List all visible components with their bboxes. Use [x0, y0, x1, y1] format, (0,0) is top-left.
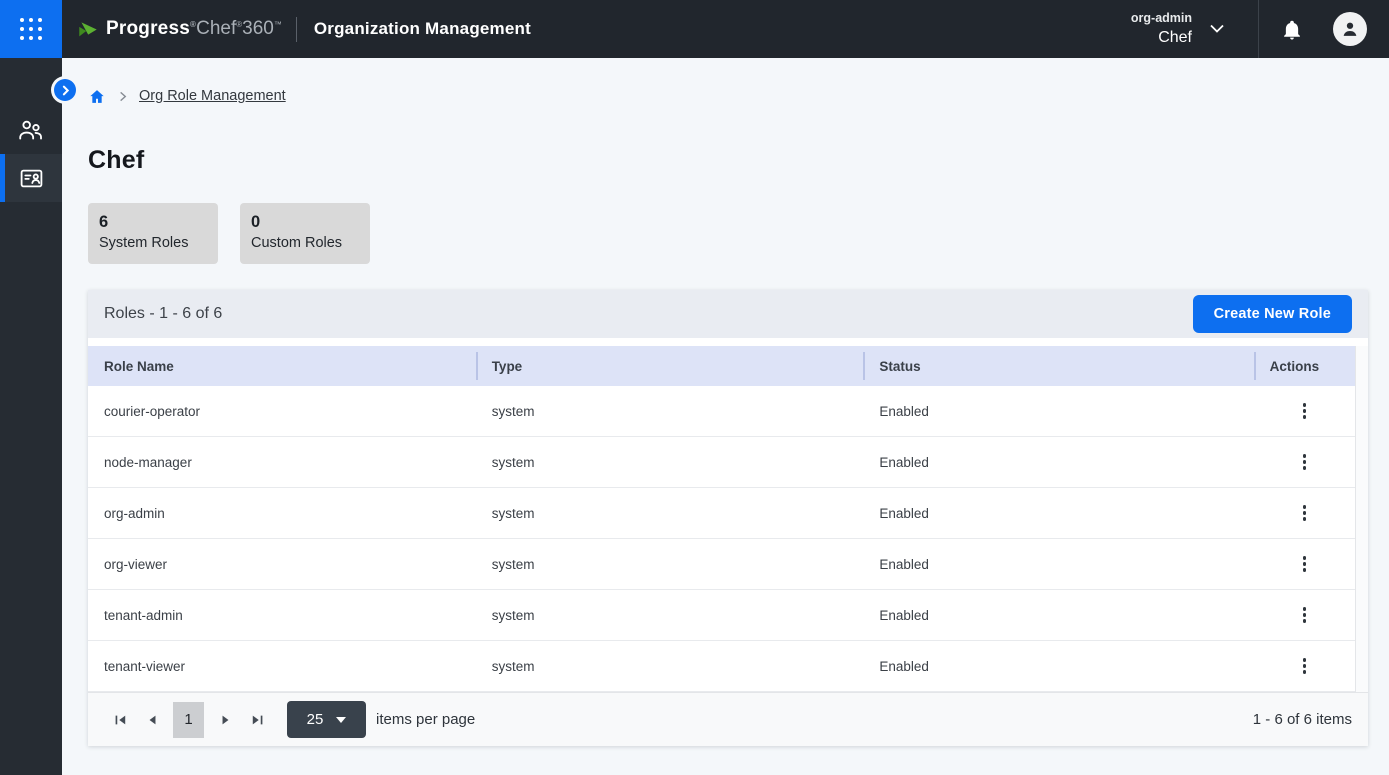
- row-actions-menu-icon[interactable]: [1296, 602, 1314, 628]
- last-page-button[interactable]: [241, 704, 273, 736]
- role-type-cell: system: [476, 659, 864, 674]
- page-size-dropdown[interactable]: 25: [287, 701, 366, 738]
- role-status-cell: Enabled: [863, 608, 1253, 623]
- table-row: tenant-admin system Enabled: [88, 590, 1355, 641]
- role-name-cell: tenant-admin: [88, 608, 476, 623]
- app-title: Organization Management: [314, 19, 531, 39]
- column-header-status[interactable]: Status: [863, 346, 1253, 386]
- table-row: org-viewer system Enabled: [88, 539, 1355, 590]
- breadcrumb-chevron-icon: [117, 90, 128, 103]
- column-header-role-name[interactable]: Role Name: [88, 346, 476, 386]
- first-page-icon: [113, 713, 128, 727]
- sidebar-item-roles[interactable]: [0, 154, 62, 202]
- caret-down-icon: [336, 717, 346, 723]
- roles-count-title: Roles - 1 - 6 of 6: [104, 305, 222, 323]
- notifications-button[interactable]: [1281, 18, 1303, 41]
- row-actions-menu-icon[interactable]: [1296, 551, 1314, 577]
- column-header-actions: Actions: [1254, 346, 1355, 386]
- role-type-cell: system: [476, 506, 864, 521]
- row-actions-menu-icon[interactable]: [1296, 653, 1314, 679]
- pagination-range-label: 1 - 6 of 6 items: [1253, 711, 1352, 728]
- role-name-cell: courier-operator: [88, 404, 476, 419]
- table-row: courier-operator system Enabled: [88, 386, 1355, 437]
- sidebar-item-users[interactable]: [0, 106, 62, 154]
- breadcrumb: Org Role Management: [62, 58, 1389, 106]
- role-status-cell: Enabled: [863, 455, 1253, 470]
- table-scrollbar-track[interactable]: [1355, 346, 1368, 692]
- previous-page-button[interactable]: [136, 704, 168, 736]
- custom-roles-label: Custom Roles: [251, 235, 359, 251]
- previous-page-icon: [145, 713, 160, 727]
- people-icon: [17, 117, 45, 143]
- role-status-cell: Enabled: [863, 506, 1253, 521]
- next-page-button[interactable]: [209, 704, 241, 736]
- chevron-right-icon: [60, 85, 71, 96]
- role-status-cell: Enabled: [863, 557, 1253, 572]
- role-badge-icon: [18, 165, 45, 192]
- custom-roles-count: 0: [251, 212, 359, 233]
- topbar-separator: [1258, 0, 1259, 58]
- role-name-cell: node-manager: [88, 455, 476, 470]
- column-header-type[interactable]: Type: [476, 346, 864, 386]
- roles-table: Role Name Type Status Actions courier-op…: [88, 346, 1368, 692]
- last-page-icon: [250, 713, 265, 727]
- table-row: node-manager system Enabled: [88, 437, 1355, 488]
- chevron-down-icon: [1209, 24, 1225, 34]
- progress-logo-icon: [77, 19, 99, 40]
- page-size-value: 25: [307, 711, 324, 728]
- brand-progress-text: Progress®: [106, 18, 196, 40]
- items-per-page-label: items per page: [376, 711, 475, 728]
- sidebar: [0, 58, 62, 775]
- sidebar-expand-button[interactable]: [54, 79, 76, 101]
- top-bar: Progress® Chef®360™ Organization Managem…: [0, 0, 1389, 58]
- custom-roles-card: 0 Custom Roles: [240, 203, 370, 264]
- next-page-icon: [218, 713, 233, 727]
- brand-logo: Progress® Chef®360™: [77, 18, 282, 40]
- brand-chef360-text: Chef®360™: [196, 18, 282, 40]
- breadcrumb-link-org-role-management[interactable]: Org Role Management: [139, 88, 286, 104]
- bell-icon: [1281, 18, 1303, 41]
- roles-card: Roles - 1 - 6 of 6 Create New Role Role …: [88, 290, 1368, 746]
- org-role-label: org-admin: [1131, 10, 1192, 27]
- row-actions-menu-icon[interactable]: [1296, 398, 1314, 424]
- table-row: org-admin system Enabled: [88, 488, 1355, 539]
- row-actions-menu-icon[interactable]: [1296, 449, 1314, 475]
- role-status-cell: Enabled: [863, 404, 1253, 419]
- app-launcher-button[interactable]: [0, 0, 62, 58]
- system-roles-count: 6: [99, 212, 207, 233]
- row-actions-menu-icon[interactable]: [1296, 500, 1314, 526]
- person-icon: [1340, 19, 1360, 39]
- stats-row: 6 System Roles 0 Custom Roles: [88, 203, 1389, 264]
- waffle-icon: [20, 18, 42, 40]
- pagination-bar: 1 25 items per page 1 - 6 of 6 items: [88, 692, 1368, 746]
- page-number-button[interactable]: 1: [173, 702, 204, 738]
- role-type-cell: system: [476, 557, 864, 572]
- table-header-row: Role Name Type Status Actions: [88, 346, 1355, 386]
- home-icon[interactable]: [88, 88, 106, 105]
- role-status-cell: Enabled: [863, 659, 1253, 674]
- table-row: tenant-viewer system Enabled: [88, 641, 1355, 692]
- role-type-cell: system: [476, 455, 864, 470]
- user-avatar[interactable]: [1333, 12, 1367, 46]
- page-title: Chef: [88, 146, 1389, 175]
- org-name-label: Chef: [1158, 27, 1192, 48]
- roles-toolbar: Roles - 1 - 6 of 6 Create New Role: [88, 290, 1368, 338]
- role-name-cell: tenant-viewer: [88, 659, 476, 674]
- topbar-divider: [296, 17, 297, 42]
- main-content: Org Role Management Chef 6 System Roles …: [62, 58, 1389, 775]
- role-name-cell: org-admin: [88, 506, 476, 521]
- create-new-role-button[interactable]: Create New Role: [1193, 295, 1352, 333]
- role-name-cell: org-viewer: [88, 557, 476, 572]
- org-switcher[interactable]: org-admin Chef: [1131, 10, 1225, 48]
- first-page-button[interactable]: [104, 704, 136, 736]
- role-type-cell: system: [476, 608, 864, 623]
- system-roles-card: 6 System Roles: [88, 203, 218, 264]
- role-type-cell: system: [476, 404, 864, 419]
- system-roles-label: System Roles: [99, 235, 207, 251]
